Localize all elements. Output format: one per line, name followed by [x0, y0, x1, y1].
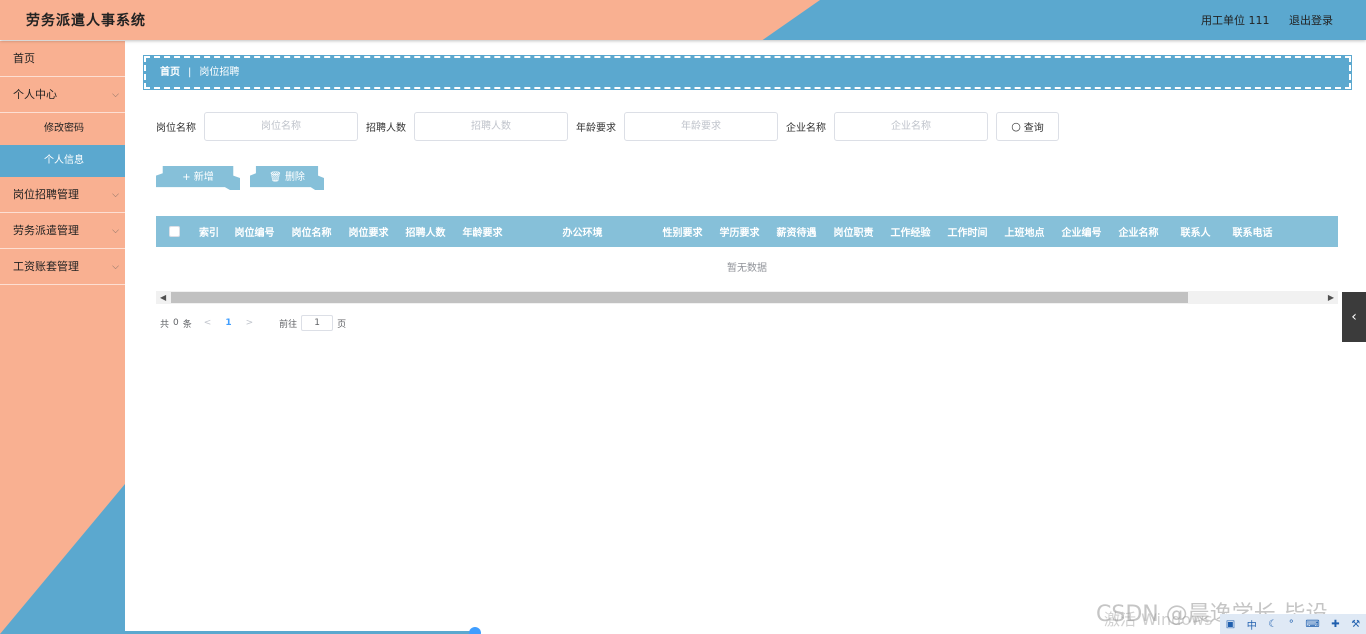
add-button[interactable]: + 新增 — [156, 166, 240, 190]
sidebar-item-label: 工资账套管理 — [13, 260, 79, 273]
total-prefix: 共 — [160, 319, 170, 330]
ime-language-indicator[interactable]: 中 — [1247, 617, 1257, 632]
headcount-input[interactable] — [414, 111, 568, 141]
total-count: 0 — [173, 318, 179, 328]
sidebar-item-label: 个人信息 — [44, 155, 84, 166]
progress-handle[interactable] — [469, 627, 481, 634]
search-icon: ○ — [1011, 119, 1021, 133]
column-header: 联系电话 — [1232, 228, 1273, 239]
data-table: 索引 岗位编号 岗位名称 岗位要求 招聘人数 年龄要求 办公环境 性别要求 学历… — [156, 216, 1338, 304]
app-title: 劳务派遣人事系统 — [26, 13, 146, 29]
job-name-input[interactable] — [204, 111, 358, 141]
column-header: 学历要求 — [719, 228, 760, 239]
moon-icon[interactable]: ☾ — [1268, 619, 1277, 630]
column-header: 招聘人数 — [405, 228, 446, 239]
breadcrumb-current: 岗位招聘 — [199, 67, 240, 78]
scroll-right-arrow-icon[interactable]: ▶ — [1328, 291, 1334, 304]
sidebar-item-label: 岗位招聘管理 — [13, 188, 79, 201]
add-button-label: 新增 — [193, 172, 214, 183]
sidebar-item-dispatch[interactable]: 劳务派遣管理 ⌵ — [0, 213, 125, 249]
sidebar-decor-corner — [0, 484, 125, 634]
goto-label: 前往 — [279, 319, 298, 330]
total-suffix: 条 — [182, 319, 192, 330]
sidebar-subitem-personal-info[interactable]: 个人信息 — [0, 145, 125, 177]
column-header: 办公环境 — [562, 228, 603, 239]
column-header: 索引 — [199, 228, 219, 239]
page-suffix: 页 — [337, 319, 347, 330]
company-name-input[interactable] — [834, 111, 988, 141]
chevron-down-icon: ⌵ — [112, 90, 119, 100]
sidebar-subitem-change-password[interactable]: 修改密码 — [0, 113, 125, 145]
breadcrumb-home[interactable]: 首页 — [160, 67, 180, 78]
search-button-label: 查询 — [1023, 122, 1044, 134]
search-form: 岗位名称 招聘人数 年龄要求 企业名称 ○ 查询 — [156, 111, 1059, 141]
column-header: 工作时间 — [947, 228, 988, 239]
column-header: 岗位职责 — [833, 228, 874, 239]
field-label: 年龄要求 — [576, 122, 616, 134]
column-header: 工作经验 — [890, 228, 931, 239]
pagination: 共 0 条 < 1 > 前往 页 — [160, 315, 346, 331]
table-empty-text: 暂无数据 — [727, 263, 767, 274]
column-header: 岗位名称 — [291, 228, 332, 239]
tray-app-icon[interactable]: ▣ — [1226, 619, 1235, 630]
column-header: 上班地点 — [1004, 228, 1045, 239]
current-user: 用工单位 111 — [1201, 14, 1270, 27]
chevron-down-icon: ⌵ — [112, 190, 119, 200]
select-all-cell — [156, 225, 192, 238]
sidebar: 首页 个人中心 ⌵ 修改密码 个人信息 岗位招聘管理 ⌵ 劳务派遣管理 ⌵ 工资… — [0, 41, 125, 634]
page-number[interactable]: 1 — [225, 318, 231, 328]
column-header: 岗位编号 — [234, 228, 275, 239]
search-button[interactable]: ○ 查询 — [996, 111, 1059, 141]
breadcrumb-separator: | — [188, 67, 192, 78]
tools-icon[interactable]: ⚒ — [1351, 619, 1360, 630]
logout-link[interactable]: 退出登录 — [1289, 14, 1333, 27]
column-header: 企业名称 — [1118, 228, 1159, 239]
column-header: 企业编号 — [1061, 228, 1102, 239]
chevron-down-icon: ⌵ — [112, 226, 119, 236]
sidebar-item-label: 首页 — [13, 52, 35, 65]
age-requirement-input[interactable] — [624, 111, 778, 141]
prev-page-icon[interactable]: < — [204, 318, 212, 328]
sidebar-item-personal-center[interactable]: 个人中心 ⌵ — [0, 77, 125, 113]
table-header: 索引 岗位编号 岗位名称 岗位要求 招聘人数 年龄要求 办公环境 性别要求 学历… — [156, 216, 1338, 247]
column-header: 岗位要求 — [348, 228, 389, 239]
next-page-icon[interactable]: > — [246, 318, 254, 328]
sidebar-item-job-recruitment[interactable]: 岗位招聘管理 ⌵ — [0, 177, 125, 213]
sidebar-item-label: 修改密码 — [44, 123, 84, 134]
collapse-panel-button[interactable]: ‹ — [1342, 292, 1366, 342]
select-all-checkbox[interactable] — [168, 225, 180, 237]
chevron-down-icon: ⌵ — [112, 262, 119, 272]
top-header: 劳务派遣人事系统 用工单位 111 退出登录 — [0, 0, 1366, 40]
sidebar-item-label: 个人中心 — [13, 88, 57, 101]
column-header: 联系人 — [1180, 228, 1211, 239]
trash-icon: 🗑 — [269, 172, 285, 183]
breadcrumb: 首页 | 岗位招聘 — [143, 55, 1352, 90]
plus-icon: + — [182, 172, 194, 183]
sidebar-item-label: 劳务派遣管理 — [13, 224, 79, 237]
header-user-area: 用工单位 111 退出登录 — [1185, 12, 1333, 28]
page-jump-input[interactable] — [301, 315, 334, 331]
delete-button[interactable]: 🗑 删除 — [250, 166, 324, 190]
field-label: 招聘人数 — [366, 122, 406, 134]
main-content: 首页 | 岗位招聘 岗位名称 招聘人数 年龄要求 企业名称 ○ 查询 + 新增 🗑 … — [125, 41, 1366, 634]
field-label: 岗位名称 — [156, 122, 196, 134]
pin-icon[interactable]: ✚ — [1331, 619, 1339, 630]
column-header: 薪资待遇 — [776, 228, 817, 239]
field-label: 企业名称 — [786, 122, 826, 134]
system-tray: ▣ 中 ☾ ° ⌨ ✚ ⚒ — [1220, 614, 1366, 634]
scroll-left-arrow-icon[interactable]: ◀ — [160, 291, 166, 304]
chevron-left-icon: ‹ — [1351, 309, 1357, 325]
keyboard-icon[interactable]: ⌨ — [1305, 619, 1319, 630]
scrollbar-thumb[interactable] — [171, 292, 1188, 303]
column-header: 年龄要求 — [462, 228, 503, 239]
sidebar-item-salary[interactable]: 工资账套管理 ⌵ — [0, 249, 125, 285]
sidebar-item-home[interactable]: 首页 — [0, 41, 125, 77]
punctuation-icon[interactable]: ° — [1289, 619, 1294, 630]
column-header: 性别要求 — [662, 228, 703, 239]
horizontal-scrollbar[interactable]: ◀ ▶ — [156, 291, 1338, 304]
delete-button-label: 删除 — [284, 172, 305, 183]
